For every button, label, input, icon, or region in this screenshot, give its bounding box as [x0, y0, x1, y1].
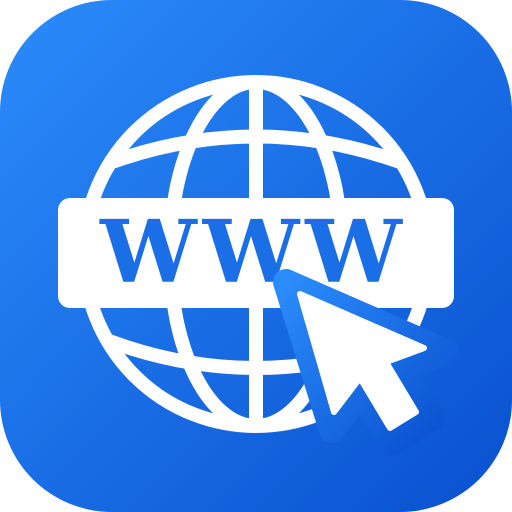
- www-globe-cursor-icon: WWW: [0, 0, 512, 512]
- app-icon[interactable]: WWW: [0, 0, 512, 512]
- www-label: WWW: [99, 202, 408, 303]
